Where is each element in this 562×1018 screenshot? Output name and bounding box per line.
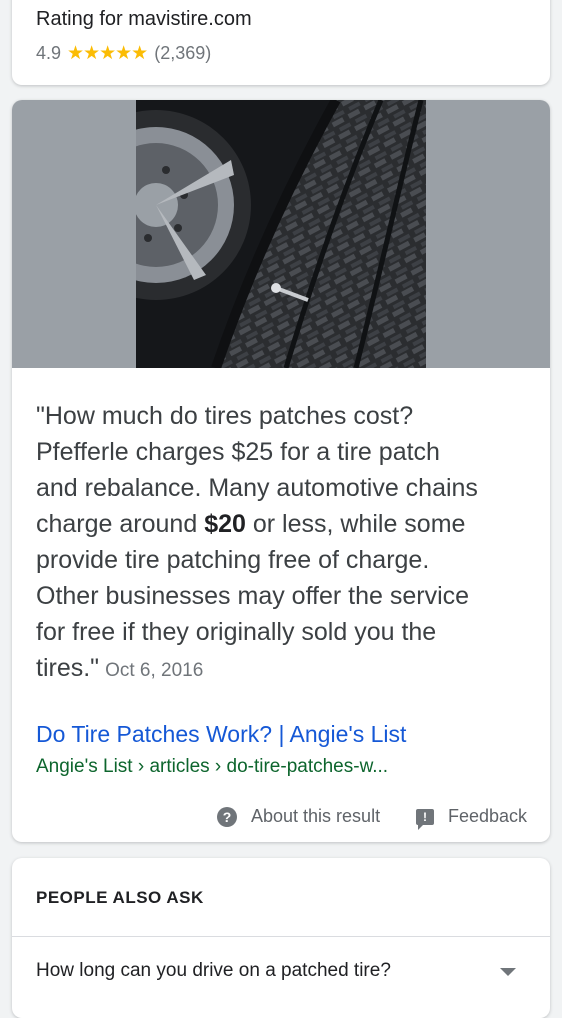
featured-snippet-card: "How much do tires patches cost? Pfeffer… <box>12 100 550 842</box>
quote-line: tires." Oct 6, 2016 <box>36 650 528 689</box>
quote-text: tires." <box>36 654 100 682</box>
result-breadcrumb-url[interactable]: Angie's List › articles › do-tire-patche… <box>36 756 388 778</box>
quote-line: for free if they originally sold you the <box>36 618 437 646</box>
result-title-link[interactable]: Do Tire Patches Work? | Angie's List <box>36 721 406 748</box>
about-this-result-button[interactable]: ? About this result <box>217 806 380 827</box>
feedback-label: Feedback <box>448 806 528 826</box>
help-icon: ? <box>217 806 237 827</box>
rating-count: (2,369) <box>154 43 212 63</box>
quote-line: "How much do tires patches cost? <box>36 402 414 430</box>
snippet-quote: "How much do tires patches cost? Pfeffer… <box>36 398 528 689</box>
quote-text: or less, while some <box>245 510 466 538</box>
feedback-button[interactable]: ! Feedback <box>416 806 528 830</box>
divider <box>12 936 550 937</box>
rating-row: 4.9 ★★★★★ (2,369) <box>36 42 211 65</box>
snippet-image-area[interactable] <box>12 100 550 368</box>
quote-line: provide tire patching free of charge. <box>36 546 430 574</box>
quote-line: charge around $20 or less, while some <box>36 506 528 542</box>
quote-line: Pfefferle charges $25 for a tire patch <box>36 438 440 466</box>
people-also-ask-card: PEOPLE ALSO ASK How long can you drive o… <box>12 858 550 1018</box>
snippet-date: Oct 6, 2016 <box>105 660 204 681</box>
rating-score: 4.9 <box>36 43 62 63</box>
quote-highlight: $20 <box>204 510 246 538</box>
paa-heading: PEOPLE ALSO ASK <box>36 888 204 907</box>
quote-text: charge around <box>36 510 205 538</box>
paa-question[interactable]: How long can you drive on a patched tire… <box>36 960 391 982</box>
quote-line: Other businesses may offer the service <box>36 582 470 610</box>
quote-line: and rebalance. Many automotive chains <box>36 474 478 502</box>
about-label: About this result <box>251 806 381 826</box>
rating-card: Rating for mavistire.com 4.9 ★★★★★ (2,36… <box>12 0 550 85</box>
tire-illustration <box>136 100 426 368</box>
feedback-icon: ! <box>416 808 434 830</box>
chevron-down-icon[interactable] <box>500 968 516 976</box>
tire-photo[interactable] <box>136 100 426 368</box>
rating-title: Rating for mavistire.com <box>36 8 252 30</box>
star-rating-icon: ★★★★★ <box>67 43 148 64</box>
